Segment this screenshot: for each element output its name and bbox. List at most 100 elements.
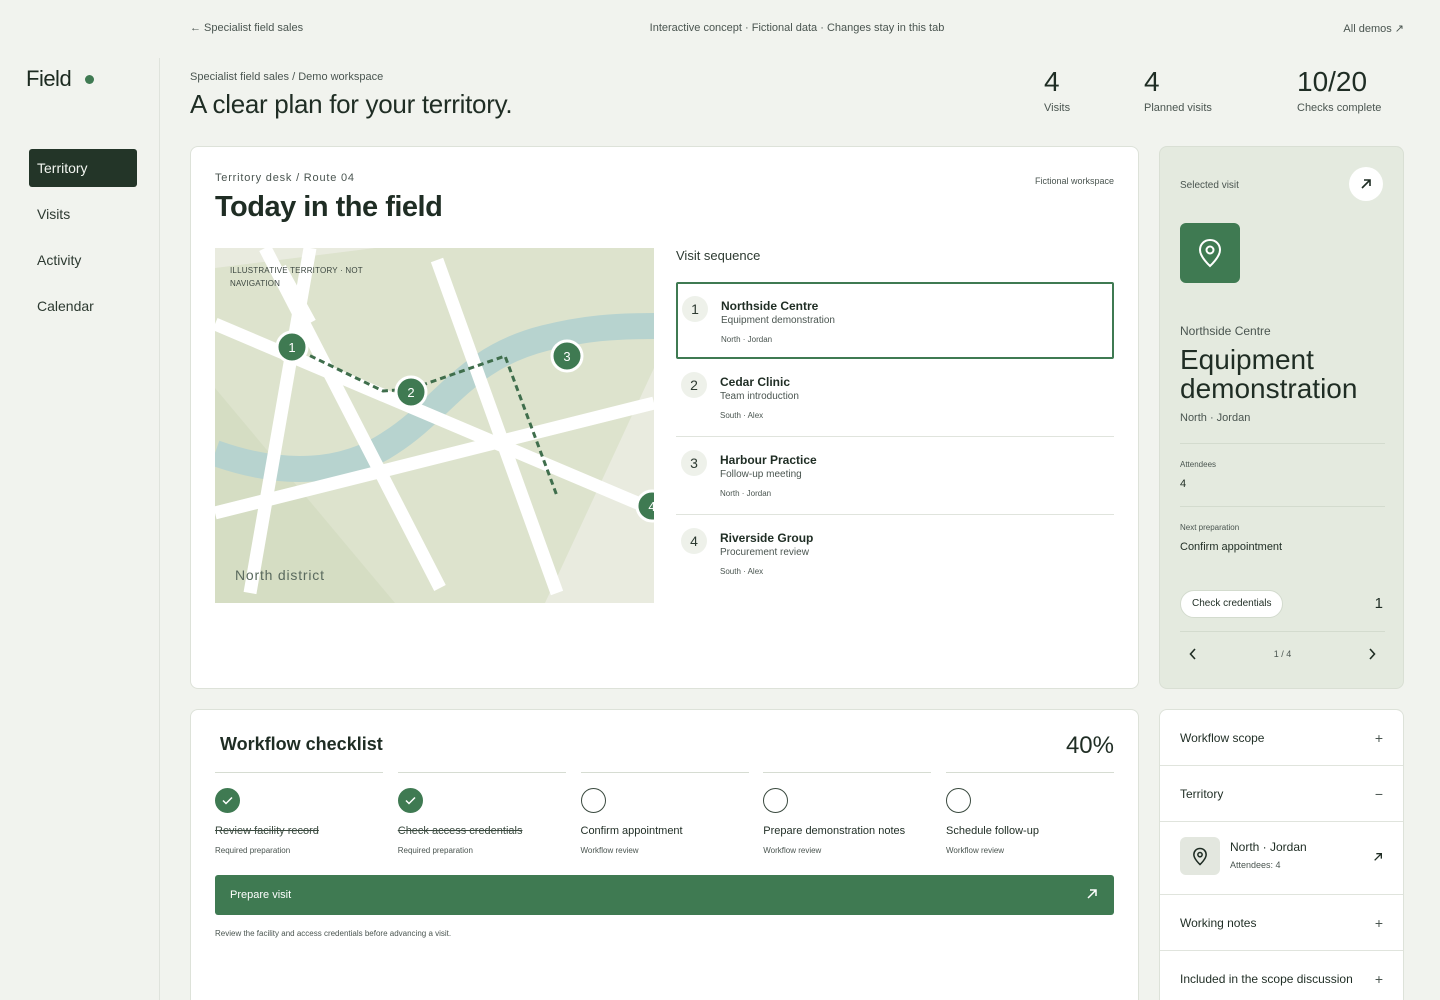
- visit-meta: South · Alex: [720, 567, 764, 576]
- open-territory-button[interactable]: [1373, 849, 1383, 867]
- visit-item-4[interactable]: 4 Riverside Group Procurement review Sou…: [676, 515, 1114, 593]
- sidebar-item-territory[interactable]: Territory: [29, 149, 137, 187]
- plus-icon: +: [1374, 730, 1383, 746]
- next-visit-button[interactable]: [1364, 647, 1380, 663]
- map-pin-4[interactable]: 4: [635, 489, 654, 523]
- map-district-label: North district: [235, 567, 325, 583]
- map-pin-icon: [1198, 238, 1222, 268]
- selected-visit-title: Equipment demonstration: [1180, 344, 1358, 404]
- step-checkbox[interactable]: [215, 788, 240, 813]
- visit-sequence-title: Visit sequence: [676, 248, 761, 263]
- open-visit-button[interactable]: [1349, 167, 1383, 201]
- visit-name: Harbour Practice: [720, 453, 817, 467]
- step-checkbox[interactable]: [580, 788, 606, 813]
- accordion-included-scope[interactable]: Included in the scope discussion +: [1160, 951, 1403, 1000]
- stat-visits: 4 Visits: [1044, 66, 1070, 114]
- checklist-step: Confirm appointment Workflow review: [580, 772, 749, 860]
- sidebar-nav: Territory Visits Activity Calendar: [29, 149, 137, 333]
- sidebar-item-calendar[interactable]: Calendar: [29, 287, 137, 325]
- accordion-working-notes[interactable]: Working notes +: [1160, 895, 1403, 951]
- checklist-title: Workflow checklist: [220, 734, 383, 754]
- step-checkbox[interactable]: [763, 788, 789, 813]
- checklist-step: Check access credentials Required prepar…: [397, 772, 566, 860]
- check-icon: [222, 796, 233, 805]
- divider: [1180, 631, 1385, 632]
- visit-name: Northside Centre: [721, 299, 819, 313]
- sidebar-item-activity[interactable]: Activity: [29, 241, 137, 279]
- visit-item-1[interactable]: 1 Northside Centre Equipment demonstrati…: [676, 282, 1114, 359]
- check-credentials-chip[interactable]: Check credentials: [1180, 590, 1284, 618]
- page-title: A clear plan for your territory.: [190, 89, 513, 119]
- checklist-percent: 40%: [1065, 732, 1114, 759]
- map-pin-label: 3: [563, 349, 570, 364]
- visit-meta: North · Jordan: [720, 489, 772, 498]
- checklist-step: Review facility record Required preparat…: [215, 772, 383, 860]
- territory-card: Territory desk / Route 04 Fictional work…: [190, 146, 1139, 689]
- stat-label: Planned visits: [1144, 102, 1212, 114]
- step-sub: Required preparation: [397, 846, 473, 855]
- step-sub: Workflow review: [580, 846, 639, 855]
- divider: [1180, 506, 1385, 507]
- brand-name: Field: [26, 66, 72, 91]
- credentials-count: 1: [1374, 595, 1383, 612]
- step-sub: Workflow review: [946, 846, 1005, 855]
- attendees-label: Attendees: [1180, 460, 1217, 469]
- selected-region: North · Jordan: [1180, 412, 1251, 424]
- stat-checks-complete: 10/20 Checks complete: [1297, 66, 1381, 114]
- route-label: Territory desk / Route 04: [215, 172, 355, 184]
- map-graphic: 1 2 3 4: [215, 248, 654, 603]
- location-tile: [1180, 837, 1220, 875]
- prepare-visit-button[interactable]: Prepare visit: [215, 875, 1114, 915]
- visit-item-2[interactable]: 2 Cedar Clinic Team introduction South ·…: [676, 359, 1114, 437]
- arrow-up-right-icon: [1374, 853, 1382, 861]
- card-title: Today in the field: [215, 191, 443, 223]
- map-pin-icon: [1193, 847, 1207, 866]
- map-pin-label: 1: [288, 340, 295, 355]
- map-pin-2[interactable]: 2: [394, 375, 428, 409]
- map-pin-1[interactable]: 1: [275, 330, 309, 364]
- map-pin-3[interactable]: 3: [550, 339, 584, 373]
- step-checkbox[interactable]: [946, 788, 971, 813]
- visit-pager: 1 / 4: [1180, 645, 1385, 665]
- accordion-workflow-scope[interactable]: Workflow scope +: [1160, 710, 1403, 766]
- prepare-visit-label: Prepare visit: [230, 889, 292, 901]
- arrow-up-right-icon: [1087, 889, 1097, 899]
- checklist-step: Schedule follow-up Workflow review: [946, 772, 1114, 860]
- attendees-value: 4: [1180, 478, 1187, 490]
- chevron-right-icon: [1369, 648, 1376, 660]
- step-sub: Required preparation: [215, 846, 291, 855]
- accordion-label: Included in the scope discussion: [1180, 972, 1353, 986]
- visit-number: 3: [681, 450, 707, 476]
- checklist-step: Prepare demonstration notes Workflow rev…: [763, 772, 932, 860]
- step-checkbox[interactable]: [397, 788, 423, 813]
- breadcrumb: Specialist field sales / Demo workspace: [190, 71, 384, 83]
- accordion-label: Working notes: [1180, 916, 1257, 930]
- visit-meta: South · Alex: [720, 411, 764, 420]
- accordion-label: Workflow scope: [1180, 731, 1265, 745]
- plus-icon: +: [1374, 971, 1383, 987]
- accordion-territory[interactable]: Territory −: [1160, 766, 1403, 822]
- next-preparation-label: Next preparation: [1180, 523, 1240, 532]
- step-name: Review facility record: [215, 825, 319, 837]
- visit-meta: North · Jordan: [721, 335, 773, 344]
- visit-item-3[interactable]: 3 Harbour Practice Follow-up meeting Nor…: [676, 437, 1114, 515]
- plus-icon: +: [1374, 915, 1383, 931]
- demo-notice: Interactive concept · Fictional data · C…: [649, 22, 945, 34]
- sidebar-divider: [159, 58, 160, 1000]
- accordion-label: Territory: [1180, 787, 1224, 801]
- sidebar-item-visits[interactable]: Visits: [29, 195, 137, 233]
- map-pin-label: 4: [648, 499, 654, 514]
- divider: [1180, 443, 1385, 444]
- step-sub: Workflow review: [763, 846, 822, 855]
- territory-map[interactable]: 1 2 3 4 ILLUSTRATIVE TERRITORY · NOT NAV…: [215, 248, 654, 603]
- stat-planned-visits: 4 Planned visits: [1144, 66, 1212, 114]
- selected-visit-label: Selected visit: [1180, 180, 1239, 191]
- check-icon: [405, 796, 416, 805]
- brand-logo: Field: [26, 66, 95, 92]
- all-demos-link[interactable]: All demos ↗: [1343, 22, 1404, 35]
- arrow-up-right-icon: [1361, 179, 1371, 189]
- visit-name: Riverside Group: [720, 531, 814, 545]
- visit-number: 4: [681, 528, 707, 554]
- territory-attendees: Attendees: 4: [1230, 860, 1281, 870]
- selected-visit-panel: Selected visit Northside Centre Equipmen…: [1159, 146, 1404, 689]
